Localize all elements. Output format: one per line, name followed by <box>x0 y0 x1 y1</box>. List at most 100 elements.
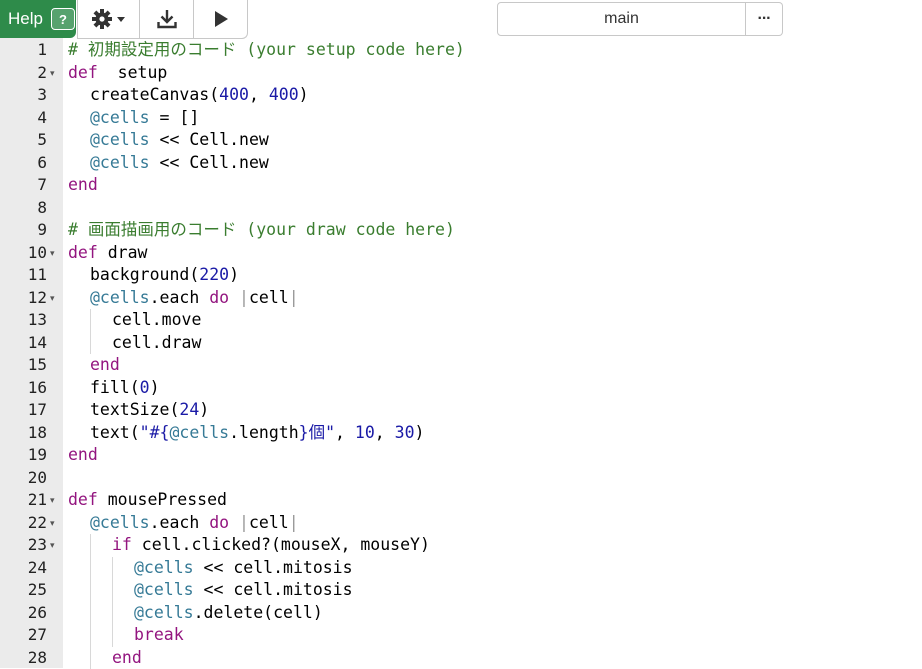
code-token: do <box>209 288 229 307</box>
toolbar: Help ? <box>0 0 922 40</box>
code-text: @cells << cell.mitosis <box>134 579 353 602</box>
code-text: @cells.each do |cell| <box>90 512 299 535</box>
code-text: if cell.clicked?(mouseX, mouseY) <box>112 534 430 557</box>
code-token: 400 <box>219 85 249 104</box>
code-text: def mousePressed <box>68 489 227 512</box>
code-token: | <box>239 513 249 532</box>
code-line[interactable]: 6@cells << Cell.new <box>0 152 922 175</box>
code-line[interactable]: 1# 初期設定用のコード (your setup code here) <box>0 39 922 62</box>
code-token: << cell.mitosis <box>194 580 353 599</box>
code-token: @cells <box>134 558 194 577</box>
line-number: 5 <box>0 129 47 152</box>
code-text: background(220) <box>90 264 239 287</box>
run-button[interactable] <box>194 0 247 38</box>
code-line[interactable]: 10▾ def draw <box>0 242 922 265</box>
code-line[interactable]: 3createCanvas(400, 400) <box>0 84 922 107</box>
code-token: @cells <box>90 288 150 307</box>
code-line[interactable]: 21▾def mousePressed <box>0 489 922 512</box>
code-line[interactable]: 14cell.draw <box>0 332 922 355</box>
code-token: ) <box>229 265 239 284</box>
code-token: 0 <box>140 378 150 397</box>
code-token: if <box>112 535 132 554</box>
code-line[interactable]: 13cell.move <box>0 309 922 332</box>
code-text: @cells << Cell.new <box>90 129 269 152</box>
fold-toggle-icon[interactable]: ▾ <box>50 512 55 535</box>
code-token: ) <box>150 378 160 397</box>
code-text: # 画面描画用のコード (your draw code here) <box>68 219 455 242</box>
line-number: 15 <box>0 354 47 377</box>
code-token: << Cell.new <box>150 130 269 149</box>
code-text: cell.move <box>112 309 201 332</box>
code-line[interactable]: 9# 画面描画用のコード (your draw code here) <box>0 219 922 242</box>
line-number: 20 <box>0 467 47 490</box>
download-icon <box>156 8 178 30</box>
code-text: cell.draw <box>112 332 201 355</box>
code-line[interactable]: 22▾@cells.each do |cell| <box>0 512 922 535</box>
line-number: 2 <box>0 62 47 85</box>
fold-toggle-icon[interactable]: ▾ <box>50 489 55 512</box>
code-line[interactable]: 28end <box>0 647 922 669</box>
code-token: 400 <box>269 85 299 104</box>
code-line[interactable]: 25@cells << cell.mitosis <box>0 579 922 602</box>
code-token: << Cell.new <box>150 153 269 172</box>
code-line[interactable]: 27break <box>0 624 922 647</box>
code-token: mousePressed <box>98 490 227 509</box>
code-line[interactable]: 12▾@cells.each do |cell| <box>0 287 922 310</box>
indent-guide <box>90 602 91 625</box>
code-line[interactable]: 7end <box>0 174 922 197</box>
code-line[interactable]: 23▾ if cell.clicked?(mouseX, mouseY) <box>0 534 922 557</box>
code-token: << cell.mitosis <box>194 558 353 577</box>
code-token: | <box>239 288 249 307</box>
code-token: ) <box>415 423 425 442</box>
code-line[interactable]: 24@cells << cell.mitosis <box>0 557 922 580</box>
code-editor[interactable]: 1# 初期設定用のコード (your setup code here)2▾def… <box>0 38 922 668</box>
play-icon <box>212 9 230 29</box>
help-button[interactable]: Help ? <box>0 0 76 38</box>
code-token: @cells <box>90 513 150 532</box>
code-token: fill( <box>90 378 140 397</box>
code-token: | <box>289 513 299 532</box>
code-line[interactable]: 11background(220) <box>0 264 922 287</box>
code-text: end <box>68 444 98 467</box>
code-line[interactable]: 20 <box>0 467 922 490</box>
indent-guide <box>90 309 91 332</box>
code-token: end <box>68 175 98 194</box>
code-line[interactable]: 5 @cells << Cell.new <box>0 129 922 152</box>
indent-guide <box>90 332 91 355</box>
code-token: | <box>289 288 299 307</box>
code-line[interactable]: 4@cells = [] <box>0 107 922 130</box>
fold-toggle-icon[interactable]: ▾ <box>50 287 55 310</box>
fold-toggle-icon[interactable]: ▾ <box>50 62 55 85</box>
code-line[interactable]: 19 end <box>0 444 922 467</box>
code-token: @cells <box>90 108 150 127</box>
code-line[interactable]: 17textSize(24) <box>0 399 922 422</box>
code-token: cell <box>249 288 289 307</box>
code-line[interactable]: 18text("#{@cells.length}個", 10, 30) <box>0 422 922 445</box>
fold-toggle-icon[interactable]: ▾ <box>50 534 55 557</box>
line-number: 10 <box>0 242 47 265</box>
code-text: end <box>90 354 120 377</box>
branch-selector[interactable]: main <box>497 2 746 36</box>
code-text: createCanvas(400, 400) <box>90 84 309 107</box>
code-line[interactable]: 8 <box>0 197 922 220</box>
indent-guide <box>112 557 113 580</box>
code-text: def draw <box>68 242 147 265</box>
more-options-button[interactable]: ··· <box>746 2 783 36</box>
code-text: text("#{@cells.length}個", 10, 30) <box>90 422 424 445</box>
line-number: 8 <box>0 197 47 220</box>
help-label: Help <box>8 9 43 29</box>
indent-guide <box>90 534 91 557</box>
line-number: 23 <box>0 534 47 557</box>
fold-toggle-icon[interactable]: ▾ <box>50 242 55 265</box>
code-token: ) <box>299 85 309 104</box>
download-button[interactable] <box>140 0 194 38</box>
code-token: createCanvas( <box>90 85 219 104</box>
code-line[interactable]: 2▾def setup <box>0 62 922 85</box>
settings-button[interactable] <box>78 0 140 38</box>
code-line[interactable]: 15 end <box>0 354 922 377</box>
code-line[interactable]: 16fill(0) <box>0 377 922 400</box>
code-text: @cells.each do |cell| <box>90 287 299 310</box>
line-number: 1 <box>0 39 47 62</box>
code-line[interactable]: 26@cells.delete(cell) <box>0 602 922 625</box>
line-number: 19 <box>0 444 47 467</box>
